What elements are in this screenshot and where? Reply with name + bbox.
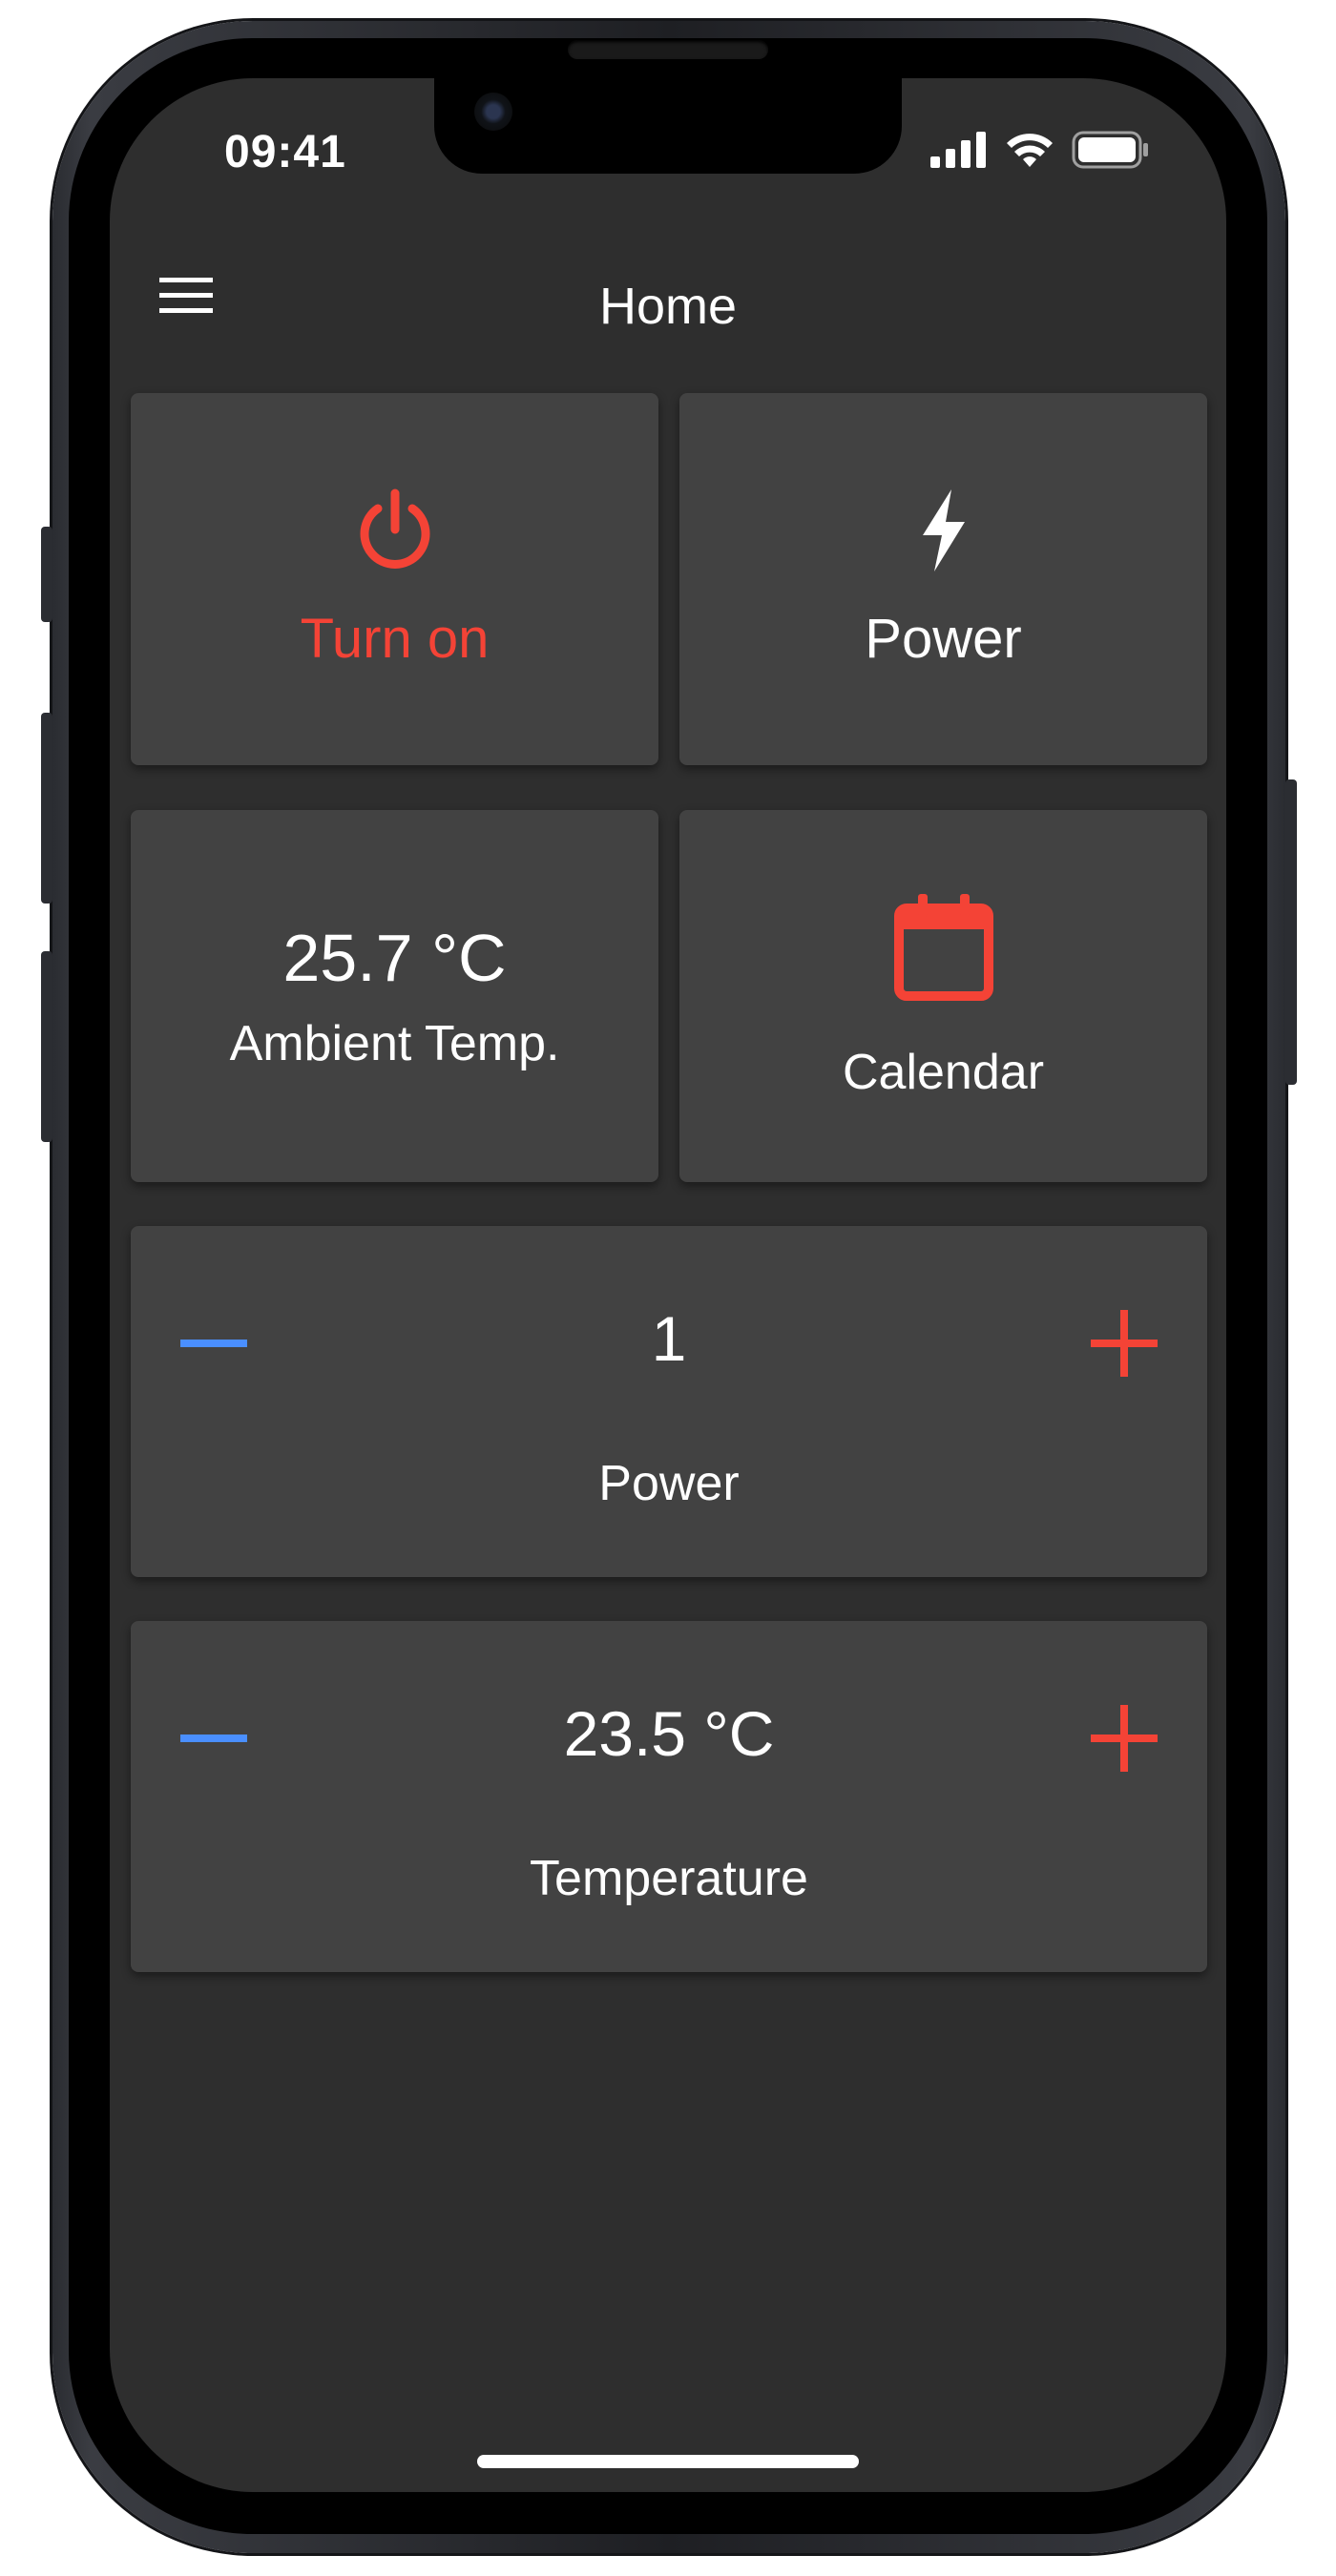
calendar-tile[interactable]: Calendar xyxy=(679,810,1207,1182)
earpiece-speaker xyxy=(568,40,768,59)
status-icons xyxy=(930,131,1150,174)
ambient-temp-tile: 25.7 °C Ambient Temp. xyxy=(131,810,658,1182)
power-label: Power xyxy=(865,608,1022,670)
volume-down-button xyxy=(41,951,52,1142)
side-power-button xyxy=(1285,779,1297,1085)
temperature-increment-button[interactable] xyxy=(1081,1697,1167,1783)
temperature-stepper-label: Temperature xyxy=(530,1851,808,1906)
temperature-stepper: 23.5 °C Temperature xyxy=(131,1621,1207,1972)
calendar-label: Calendar xyxy=(842,1044,1045,1100)
home-indicator[interactable] xyxy=(477,2455,859,2468)
plus-icon xyxy=(1091,1309,1158,1381)
turn-on-tile[interactable]: Turn on xyxy=(131,393,658,765)
app-screen: 09:41 Home Turn on Power 25.7 °C Ambient… xyxy=(110,78,1226,2492)
status-time: 09:41 xyxy=(224,127,346,177)
front-camera xyxy=(474,93,512,131)
power-value: 1 xyxy=(651,1303,687,1374)
power-tile[interactable]: Power xyxy=(679,393,1207,765)
temperature-value: 23.5 °C xyxy=(563,1698,775,1769)
silent-switch xyxy=(41,527,52,622)
battery-icon xyxy=(1072,131,1150,174)
power-stepper: 1 Power xyxy=(131,1226,1207,1577)
ambient-temp-value: 25.7 °C xyxy=(282,921,507,995)
volume-up-button xyxy=(41,713,52,904)
cellular-signal-icon xyxy=(930,132,988,173)
bolt-icon xyxy=(917,488,971,578)
wifi-icon xyxy=(1005,131,1054,174)
plus-icon xyxy=(1091,1704,1158,1776)
power-icon xyxy=(352,488,438,578)
page-title: Home xyxy=(598,278,738,335)
calendar-icon xyxy=(893,892,993,1006)
turn-on-label: Turn on xyxy=(300,608,490,670)
app-bar: Home xyxy=(110,240,1226,355)
power-increment-button[interactable] xyxy=(1081,1302,1167,1388)
power-stepper-label: Power xyxy=(598,1456,740,1511)
ambient-temp-label: Ambient Temp. xyxy=(229,1016,560,1071)
